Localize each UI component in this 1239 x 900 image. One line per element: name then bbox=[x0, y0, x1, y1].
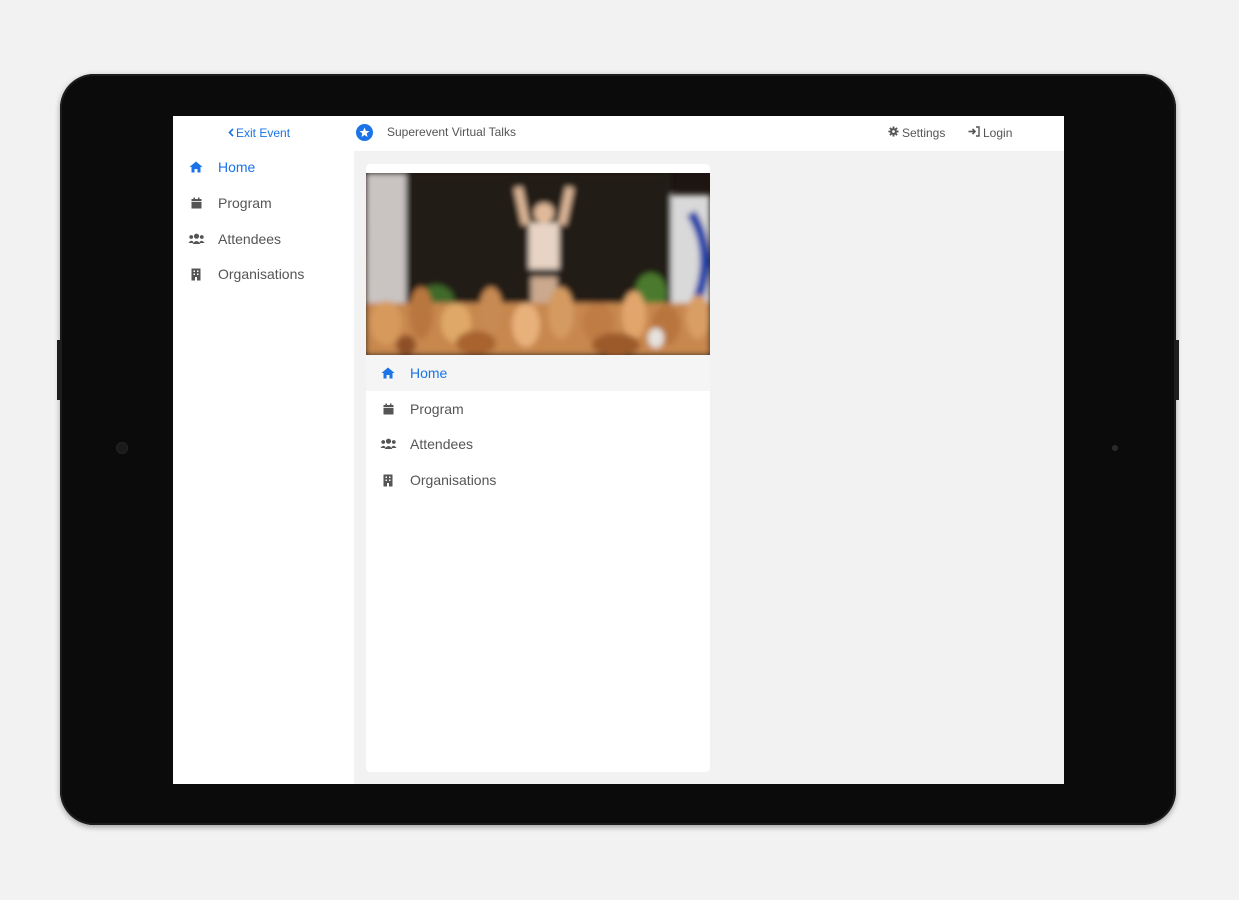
login-icon bbox=[968, 126, 980, 140]
home-icon bbox=[187, 158, 205, 176]
gear-icon bbox=[888, 126, 899, 140]
users-icon bbox=[379, 435, 397, 453]
app-screen: Exit Event Superevent Virtual Talks Sett… bbox=[173, 116, 1064, 784]
exit-event-link[interactable]: Exit Event bbox=[228, 126, 290, 140]
volume-button bbox=[57, 340, 60, 400]
sidebar-item-label: Home bbox=[218, 159, 256, 175]
menu-item-attendees[interactable]: Attendees bbox=[366, 426, 710, 462]
sidebar-item-home[interactable]: Home bbox=[187, 155, 255, 179]
calendar-icon bbox=[187, 194, 205, 212]
login-label: Login bbox=[983, 126, 1013, 140]
building-icon bbox=[187, 265, 205, 283]
settings-button[interactable]: Settings bbox=[888, 126, 945, 140]
sensor-dot bbox=[1112, 445, 1118, 451]
login-button[interactable]: Login bbox=[968, 126, 1012, 140]
sidebar-item-label: Organisations bbox=[218, 266, 305, 282]
sidebar-item-label: Attendees bbox=[218, 231, 282, 247]
event-home-card: Home Program Attendees Organisations bbox=[366, 164, 710, 772]
event-logo-icon bbox=[356, 124, 373, 141]
menu-item-label: Attendees bbox=[410, 436, 474, 452]
power-button bbox=[1176, 340, 1179, 400]
sidebar-item-label: Program bbox=[218, 195, 272, 211]
menu-item-organisations[interactable]: Organisations bbox=[366, 462, 710, 498]
sidebar-item-organisations[interactable]: Organisations bbox=[187, 262, 304, 286]
calendar-icon bbox=[379, 400, 397, 418]
menu-item-label: Organisations bbox=[410, 472, 497, 488]
menu-item-home[interactable]: Home bbox=[366, 355, 710, 391]
menu-item-program[interactable]: Program bbox=[366, 391, 710, 427]
sidebar-item-attendees[interactable]: Attendees bbox=[187, 227, 281, 251]
users-icon bbox=[187, 230, 205, 248]
home-icon bbox=[379, 364, 397, 382]
menu-item-label: Home bbox=[410, 365, 448, 381]
chevron-left-icon bbox=[228, 126, 234, 140]
menu-item-label: Program bbox=[410, 401, 464, 417]
event-title: Superevent Virtual Talks bbox=[387, 125, 516, 139]
top-bar: Exit Event Superevent Virtual Talks Sett… bbox=[173, 116, 1064, 151]
settings-label: Settings bbox=[902, 126, 946, 140]
concert-crowd-image bbox=[366, 173, 710, 355]
event-banner-image bbox=[366, 173, 710, 355]
sidebar-item-program[interactable]: Program bbox=[187, 191, 272, 215]
exit-event-label: Exit Event bbox=[236, 126, 291, 140]
sidebar: Home Program Attendees Organisations bbox=[173, 151, 354, 784]
building-icon bbox=[379, 471, 397, 489]
front-camera bbox=[116, 442, 128, 454]
